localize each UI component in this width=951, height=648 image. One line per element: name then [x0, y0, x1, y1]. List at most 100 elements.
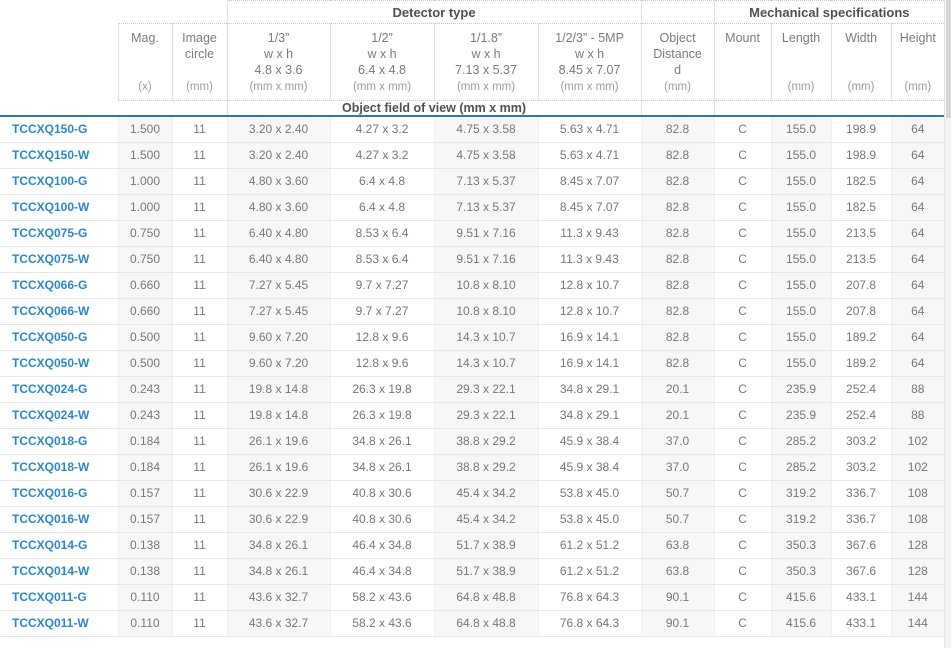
- product-link[interactable]: TCCXQ016-W: [0, 506, 118, 532]
- ofov-label: Object field of view (mm x mm): [342, 101, 526, 115]
- cell-height: 108: [891, 480, 944, 506]
- col-fov-1-23-header: 1/2/3” - 5MP w x h 8.45 x 7.07: [538, 24, 641, 80]
- cell-fov13: 6.40 x 4.80: [227, 246, 330, 272]
- product-link[interactable]: TCCXQ011-G: [0, 584, 118, 610]
- cell-mag: 0.110: [118, 610, 172, 636]
- cell-fov13: 4.80 x 3.60: [227, 194, 330, 220]
- object-distance-d: d: [642, 62, 714, 78]
- cell-dist: 82.8: [641, 168, 714, 194]
- cell-fov13: 19.8 x 14.8: [227, 402, 330, 428]
- product-link[interactable]: TCCXQ016-G: [0, 480, 118, 506]
- column-header-row: Mag. Image circle 1/3” w x h 4.8 x 3.6 1…: [0, 24, 944, 80]
- product-link[interactable]: TCCXQ018-G: [0, 428, 118, 454]
- fov-1-18-label: 1/1.8”: [435, 30, 538, 46]
- cell-mount: C: [714, 610, 771, 636]
- cell-dist: 50.7: [641, 480, 714, 506]
- product-link[interactable]: TCCXQ075-W: [0, 246, 118, 272]
- fov-1-2-wxh: w x h: [331, 46, 434, 62]
- col-length-header: Length: [771, 24, 831, 80]
- cell-length: 319.2: [771, 506, 831, 532]
- product-link[interactable]: TCCXQ024-W: [0, 402, 118, 428]
- group-header-row: Detector type Mechanical specifications: [0, 1, 944, 24]
- cell-fov13: 9.60 x 7.20: [227, 324, 330, 350]
- cell-mag: 0.660: [118, 298, 172, 324]
- cell-circle: 11: [172, 350, 227, 376]
- cell-dist: 82.8: [641, 220, 714, 246]
- vertical-scrollbar[interactable]: [944, 0, 951, 648]
- cell-mount: C: [714, 116, 771, 142]
- cell-dist: 63.8: [641, 558, 714, 584]
- product-link[interactable]: TCCXQ100-G: [0, 168, 118, 194]
- product-link[interactable]: TCCXQ024-G: [0, 376, 118, 402]
- table-body: TCCXQ150-G1.500113.20 x 2.404.27 x 3.24.…: [0, 116, 944, 636]
- fov-1-2-dims: 6.4 x 4.8: [331, 62, 434, 78]
- fov-1-3-wxh: w x h: [228, 46, 330, 62]
- cell-fov523: 61.2 x 51.2: [538, 558, 641, 584]
- cell-fov118: 51.7 x 38.9: [434, 558, 538, 584]
- table-row: TCCXQ050-W0.500119.60 x 7.2012.8 x 9.614…: [0, 350, 944, 376]
- cell-width: 213.5: [831, 246, 891, 272]
- cell-fov118: 9.51 x 7.16: [434, 220, 538, 246]
- cell-fov118: 4.75 x 3.58: [434, 142, 538, 168]
- cell-fov523: 61.2 x 51.2: [538, 532, 641, 558]
- product-link[interactable]: TCCXQ050-W: [0, 350, 118, 376]
- product-link[interactable]: TCCXQ018-W: [0, 454, 118, 480]
- cell-mount: C: [714, 168, 771, 194]
- product-link[interactable]: TCCXQ014-W: [0, 558, 118, 584]
- cell-fov523: 45.9 x 38.4: [538, 428, 641, 454]
- cell-fov523: 11.3 x 9.43: [538, 220, 641, 246]
- cell-dist: 50.7: [641, 506, 714, 532]
- cell-fov523: 8.45 x 7.07: [538, 194, 641, 220]
- cell-circle: 11: [172, 376, 227, 402]
- cell-fov118: 64.8 x 48.8: [434, 584, 538, 610]
- product-link[interactable]: TCCXQ150-G: [0, 116, 118, 142]
- cell-fov118: 45.4 x 34.2: [434, 480, 538, 506]
- cell-fov118: 45.4 x 34.2: [434, 506, 538, 532]
- mechanical-specs-label: Mechanical specifications: [749, 5, 909, 20]
- cell-fov12: 4.27 x 3.2: [330, 142, 434, 168]
- cell-width: 182.5: [831, 168, 891, 194]
- cell-mount: C: [714, 558, 771, 584]
- cell-fov118: 29.3 x 22.1: [434, 402, 538, 428]
- product-link[interactable]: TCCXQ150-W: [0, 142, 118, 168]
- cell-fov118: 7.13 x 5.37: [434, 194, 538, 220]
- cell-width: 336.7: [831, 506, 891, 532]
- fov-1-18-dims: 7.13 x 5.37: [435, 62, 538, 78]
- cell-circle: 11: [172, 584, 227, 610]
- cell-mag: 0.138: [118, 558, 172, 584]
- product-link[interactable]: TCCXQ066-G: [0, 272, 118, 298]
- fov-1-23-label: 1/2/3” - 5MP: [539, 30, 641, 46]
- cell-mag: 0.500: [118, 324, 172, 350]
- product-link[interactable]: TCCXQ100-W: [0, 194, 118, 220]
- cell-fov523: 11.3 x 9.43: [538, 246, 641, 272]
- cell-fov523: 12.8 x 10.7: [538, 272, 641, 298]
- cell-mag: 0.138: [118, 532, 172, 558]
- cell-fov12: 40.8 x 30.6: [330, 480, 434, 506]
- cell-height: 64: [891, 142, 944, 168]
- cell-height: 128: [891, 532, 944, 558]
- table-row: TCCXQ024-W0.2431119.8 x 14.826.3 x 19.82…: [0, 402, 944, 428]
- cell-fov12: 34.8 x 26.1: [330, 454, 434, 480]
- cell-height: 88: [891, 402, 944, 428]
- product-link[interactable]: TCCXQ011-W: [0, 610, 118, 636]
- table-row: TCCXQ014-W0.1381134.8 x 26.146.4 x 34.85…: [0, 558, 944, 584]
- scrollbar-thumb[interactable]: [946, 0, 951, 118]
- width-label: Width: [832, 30, 891, 46]
- product-link[interactable]: TCCXQ050-G: [0, 324, 118, 350]
- product-link[interactable]: TCCXQ075-G: [0, 220, 118, 246]
- col-product-header: [0, 24, 118, 80]
- cell-fov118: 10.8 x 8.10: [434, 272, 538, 298]
- cell-dist: 82.8: [641, 246, 714, 272]
- cell-fov523: 12.8 x 10.7: [538, 298, 641, 324]
- cell-length: 319.2: [771, 480, 831, 506]
- cell-fov118: 38.8 x 29.2: [434, 454, 538, 480]
- cell-fov12: 6.4 x 4.8: [330, 168, 434, 194]
- cell-mag: 0.157: [118, 506, 172, 532]
- cell-fov118: 64.8 x 48.8: [434, 610, 538, 636]
- cell-length: 155.0: [771, 168, 831, 194]
- cell-circle: 11: [172, 558, 227, 584]
- product-link[interactable]: TCCXQ066-W: [0, 298, 118, 324]
- cell-dist: 82.8: [641, 142, 714, 168]
- product-link[interactable]: TCCXQ014-G: [0, 532, 118, 558]
- cell-fov12: 40.8 x 30.6: [330, 506, 434, 532]
